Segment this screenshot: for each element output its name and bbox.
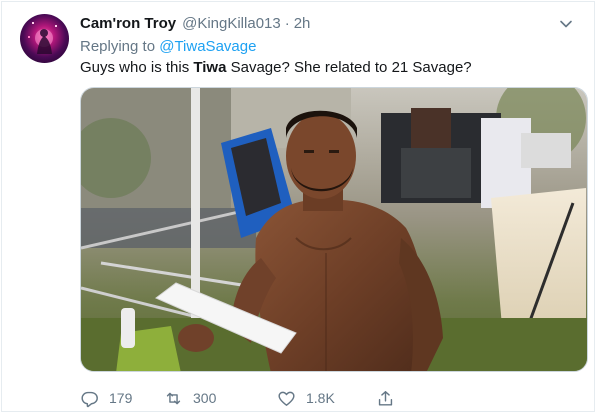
separator-dot: · <box>284 15 290 32</box>
chevron-down-icon[interactable] <box>558 16 574 32</box>
like-count: 1.8K <box>306 389 335 406</box>
tweet-card[interactable]: Cam'ron Troy @KingKilla013 · 2h Replying… <box>1 1 595 412</box>
avatar[interactable] <box>20 14 69 63</box>
tweet-text-part: Guys who is this <box>80 59 194 76</box>
reply-icon <box>80 389 99 408</box>
display-name[interactable]: Cam'ron Troy <box>80 14 176 34</box>
reply-count: 179 <box>109 389 133 406</box>
tweet-actions: 179 300 1.8K <box>80 386 400 410</box>
reply-mention-link[interactable]: @TiwaSavage <box>159 38 256 55</box>
share-icon <box>376 389 395 408</box>
heart-icon <box>277 389 296 408</box>
share-button[interactable] <box>376 386 395 410</box>
replying-to-label: Replying to <box>80 38 156 55</box>
tweet-header: Cam'ron Troy @KingKilla013 · 2h <box>80 14 574 34</box>
like-button[interactable]: 1.8K <box>277 386 335 410</box>
tweet-text-bold: Tiwa <box>193 59 227 76</box>
replying-to: Replying to @TiwaSavage <box>80 37 256 57</box>
timestamp[interactable]: 2h <box>294 14 311 34</box>
tweet-photo[interactable] <box>80 87 588 372</box>
retweet-icon <box>164 389 183 408</box>
retweet-button[interactable]: 300 <box>164 386 216 410</box>
retweet-count: 300 <box>193 389 217 406</box>
user-handle[interactable]: @KingKilla013 <box>182 14 281 34</box>
tweet-text-part: Savage? She related to 21 Savage? <box>226 59 472 76</box>
tweet-text: Guys who is this Tiwa Savage? She relate… <box>80 58 578 78</box>
reply-button[interactable]: 179 <box>80 386 132 410</box>
